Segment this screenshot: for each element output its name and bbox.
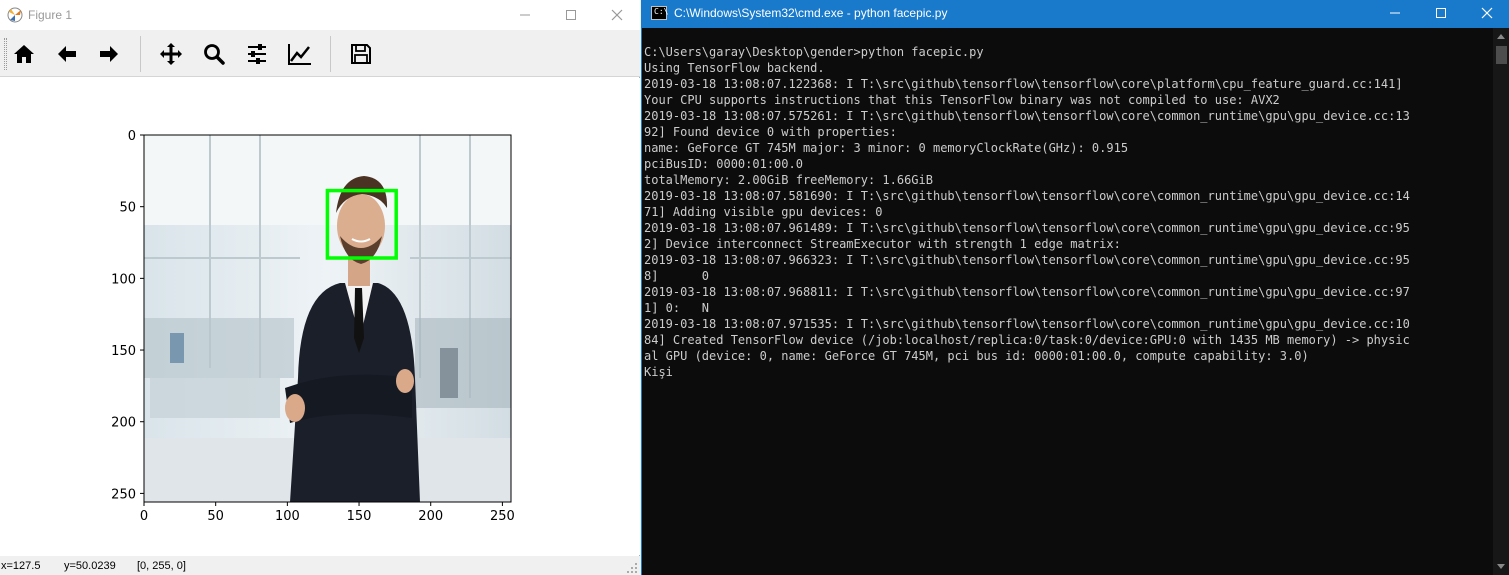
arrow-right-icon — [100, 46, 118, 62]
cmd-output-line: 8] 0 — [644, 269, 710, 283]
figure-statusbar: x=127.5 y=50.0239 [0, 255, 0] — [0, 556, 640, 575]
cmd-scrollbar[interactable] — [1493, 28, 1509, 575]
save-button[interactable] — [345, 38, 377, 70]
resize-grip-icon[interactable] — [626, 562, 638, 574]
y-tick-label: 200 — [111, 416, 136, 431]
figure-window: Figure 1 0 50 100 150 200 250 0 50 100 1… — [0, 0, 640, 575]
cmd-output-line: 2] Device interconnect StreamExecutor wi… — [644, 237, 1121, 251]
cmd-output-line: name: GeForce GT 745M major: 3 minor: 0 … — [644, 141, 1129, 155]
forward-button[interactable] — [93, 38, 125, 70]
maximize-icon — [1436, 8, 1446, 18]
cmd-output-line: Kişi — [644, 365, 673, 379]
scroll-up-icon[interactable] — [1497, 34, 1505, 39]
zoom-button[interactable] — [198, 38, 230, 70]
x-tick-label: 50 — [207, 509, 224, 524]
cmd-output-line: C:\Users\garay\Desktop\gender>python fac… — [644, 45, 984, 59]
status-pixel-value: [0, 255, 0] — [137, 560, 186, 572]
y-tick-label: 150 — [111, 344, 136, 359]
scroll-thumb[interactable] — [1496, 46, 1507, 64]
y-tick-label: 100 — [111, 272, 136, 287]
maximize-icon — [566, 10, 576, 20]
cmd-output-line: 2019-03-18 13:08:07.581690: I T:\src\git… — [644, 189, 1410, 203]
back-button[interactable] — [51, 38, 83, 70]
cmd-output-line: al GPU (device: 0, name: GeForce GT 745M… — [644, 349, 1309, 363]
move-icon — [160, 43, 182, 65]
cmd-window: C:\ C:\Windows\System32\cmd.exe - python… — [641, 0, 1509, 575]
cmd-app-icon: C:\ — [651, 6, 668, 20]
x-axis: 0 50 100 150 200 250 — [140, 502, 515, 524]
close-icon — [1481, 7, 1493, 19]
cmd-output-line: 2019-03-18 13:08:07.966323: I T:\src\git… — [644, 253, 1410, 267]
cmd-output-line: 2019-03-18 13:08:07.971535: I T:\src\git… — [644, 317, 1410, 331]
cmd-output-line: 92] Found device 0 with properties: — [644, 125, 897, 139]
figure-minimize-button[interactable] — [502, 0, 548, 30]
x-tick-label: 100 — [275, 509, 300, 524]
cmd-output-line: Your CPU supports instructions that this… — [644, 93, 1280, 107]
cmd-minimize-button[interactable] — [1372, 0, 1418, 26]
cmd-output[interactable]: C:\Users\garay\Desktop\gender>python fac… — [644, 44, 1492, 574]
cmd-output-line: 1] 0: N — [644, 301, 710, 315]
cmd-output-line: 84] Created TensorFlow device (/job:loca… — [644, 333, 1410, 347]
arrow-left-icon — [58, 46, 76, 62]
cmd-close-button[interactable] — [1464, 0, 1509, 26]
figure-titlebar[interactable]: Figure 1 — [0, 0, 640, 30]
cmd-output-line: 71] Adding visible gpu devices: 0 — [644, 205, 883, 219]
x-tick-label: 200 — [418, 509, 443, 524]
toolbar-separator — [140, 36, 141, 72]
cmd-output-line: 2019-03-18 13:08:07.575261: I T:\src\git… — [644, 109, 1410, 123]
y-axis: 0 50 100 150 200 250 — [111, 129, 144, 502]
close-icon — [611, 9, 623, 21]
figure-title: Figure 1 — [28, 8, 73, 22]
save-icon — [351, 44, 371, 64]
scroll-down-icon[interactable] — [1497, 564, 1505, 569]
figure-close-button[interactable] — [594, 0, 640, 30]
cmd-output-line: 2019-03-18 13:08:07.122368: I T:\src\git… — [644, 77, 1403, 91]
x-tick-label: 150 — [347, 509, 372, 524]
home-icon — [14, 45, 34, 63]
cmd-output-line: totalMemory: 2.00GiB freeMemory: 1.66GiB — [644, 173, 933, 187]
minimize-icon — [1390, 12, 1400, 14]
pan-button[interactable] — [155, 38, 187, 70]
cmd-output-line: pciBusID: 0000:01:00.0 — [644, 157, 803, 171]
sliders-icon — [248, 44, 266, 64]
cmd-output-line: 2019-03-18 13:08:07.961489: I T:\src\git… — [644, 221, 1410, 235]
cmd-titlebar[interactable]: C:\ C:\Windows\System32\cmd.exe - python… — [642, 0, 1509, 28]
home-button[interactable] — [8, 38, 40, 70]
minimize-icon — [520, 14, 530, 16]
y-tick-label: 250 — [111, 487, 136, 502]
plot-svg[interactable]: 0 50 100 150 200 250 0 50 100 150 200 250 — [0, 78, 640, 555]
subplots-button[interactable] — [241, 38, 273, 70]
status-x: x=127.5 — [1, 560, 41, 572]
cmd-output-line: 2019-03-18 13:08:07.968811: I T:\src\git… — [644, 285, 1410, 299]
line-chart-icon — [288, 44, 311, 65]
figure-toolbar — [0, 30, 640, 77]
toolbar-separator — [330, 36, 331, 72]
figure-maximize-button[interactable] — [548, 0, 594, 30]
edit-axis-button[interactable] — [284, 38, 316, 70]
cmd-title: C:\Windows\System32\cmd.exe - python fac… — [674, 6, 948, 20]
y-tick-label: 0 — [128, 129, 136, 144]
zoom-icon — [204, 44, 225, 65]
y-tick-label: 50 — [119, 201, 136, 216]
cmd-maximize-button[interactable] — [1418, 0, 1464, 26]
cmd-output-line: Using TensorFlow backend. — [644, 61, 825, 75]
matplotlib-app-icon — [7, 7, 23, 23]
figure-canvas[interactable]: 0 50 100 150 200 250 0 50 100 150 200 250 — [0, 78, 640, 555]
x-tick-label: 0 — [140, 509, 148, 524]
status-y: y=50.0239 — [64, 560, 116, 572]
toolbar-grip[interactable] — [4, 38, 7, 70]
x-tick-label: 250 — [490, 509, 515, 524]
